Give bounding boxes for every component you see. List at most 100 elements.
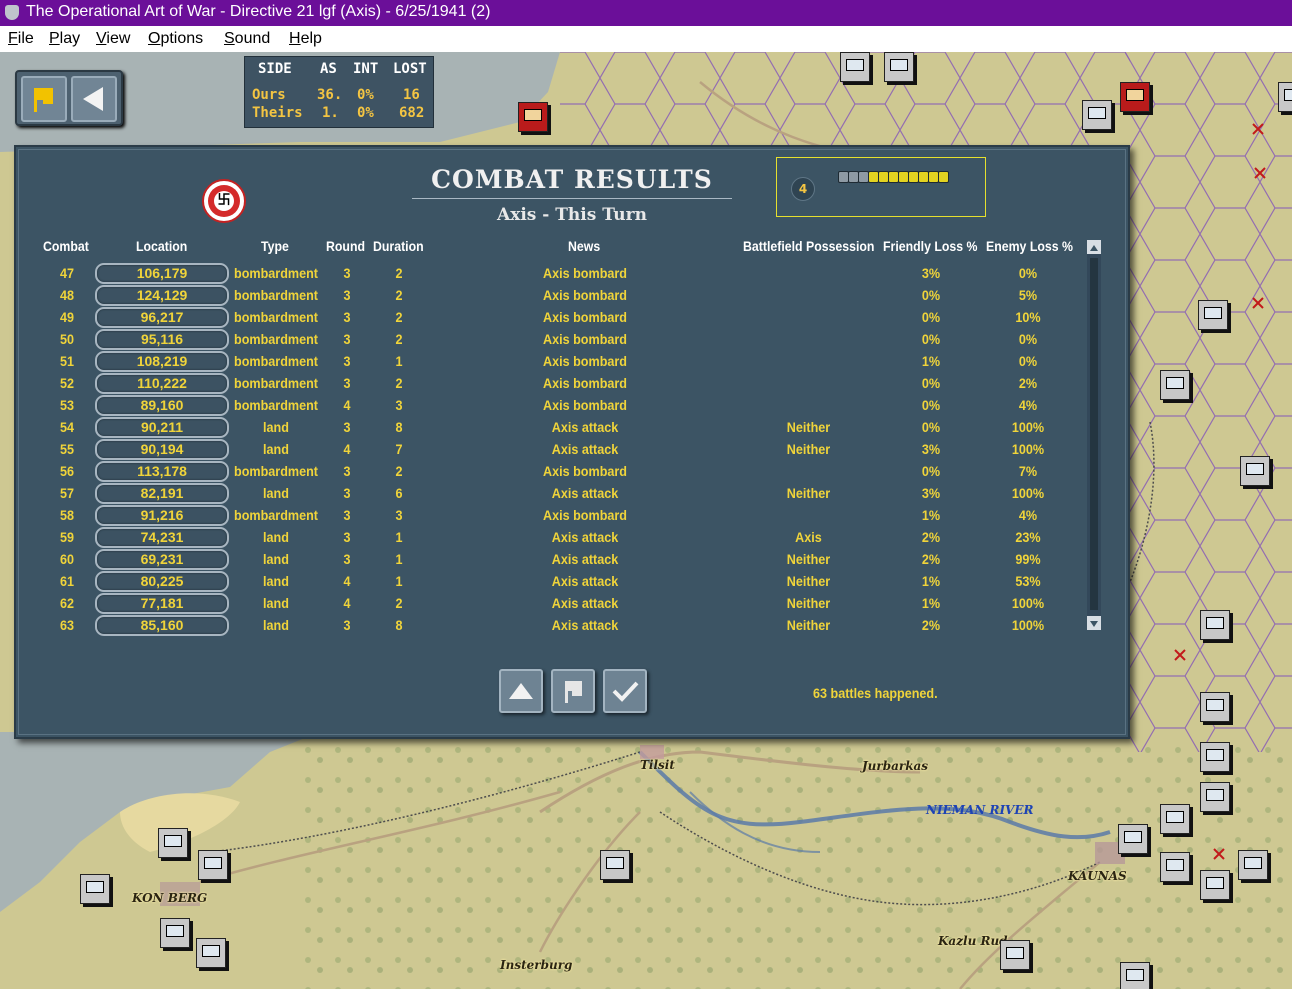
unit-counter[interactable] (198, 850, 228, 880)
location-button[interactable]: 108,219 (95, 351, 229, 372)
menu-help[interactable]: Help (289, 30, 322, 48)
combat-type: land (263, 595, 289, 611)
menu-options[interactable]: Options (148, 30, 203, 48)
unit-counter[interactable] (1160, 852, 1190, 882)
table-row[interactable]: 53 89,160 bombardment 4 3 Axis bombard 0% 4% (16, 395, 1086, 417)
combat-number: 63 (59, 617, 75, 633)
location-button[interactable]: 96,217 (95, 307, 229, 328)
combat-round: 3 (343, 529, 351, 545)
combat-duration: 7 (395, 441, 403, 457)
unit-counter[interactable] (1200, 782, 1230, 812)
location-button[interactable]: 82,191 (95, 483, 229, 504)
unit-counter[interactable] (1118, 824, 1148, 854)
battlefield-possession: Neither (786, 485, 831, 501)
table-row[interactable]: 57 82,191 land 3 6 Axis attack Neither 3% 100% (16, 483, 1086, 505)
combat-round: 4 (343, 573, 351, 589)
unit-counter[interactable] (1082, 100, 1112, 130)
table-row[interactable]: 54 90,211 land 3 8 Axis attack Neither 0% 100% (16, 417, 1086, 439)
unit-counter[interactable] (1240, 456, 1270, 486)
location-button[interactable]: 91,216 (95, 505, 229, 526)
combat-news: Axis bombard (542, 287, 628, 303)
table-row[interactable]: 50 95,116 bombardment 3 2 Axis bombard 0% 0% (16, 329, 1086, 351)
enemy-loss: 100% (1011, 595, 1045, 611)
friendly-loss: 1% (921, 595, 941, 611)
scroll-up-arrow[interactable] (1087, 240, 1101, 254)
location-button[interactable]: 106,179 (95, 263, 229, 284)
flag-button[interactable] (21, 76, 67, 122)
location-button[interactable]: 113,178 (95, 461, 229, 482)
combat-number: 59 (59, 529, 75, 545)
location-button[interactable]: 90,194 (95, 439, 229, 460)
unit-counter[interactable] (1120, 82, 1150, 112)
location-button[interactable]: 124,129 (95, 285, 229, 306)
combat-number: 57 (59, 485, 75, 501)
table-row[interactable]: 55 90,194 land 4 7 Axis attack Neither 3% 100% (16, 439, 1086, 461)
title-divider (412, 198, 732, 199)
combat-news: Axis attack (551, 573, 619, 589)
table-row[interactable]: 58 91,216 bombardment 3 3 Axis bombard 1% 4% (16, 505, 1086, 527)
unit-counter[interactable] (1160, 804, 1190, 834)
unit-counter[interactable] (840, 52, 870, 82)
table-row[interactable]: 59 74,231 land 3 1 Axis attack Axis 2% 23% (16, 527, 1086, 549)
unit-counter[interactable] (518, 102, 548, 132)
unit-counter[interactable] (1198, 300, 1228, 330)
unit-counter[interactable] (1200, 610, 1230, 640)
nazi-emblem-icon: 卐 (202, 179, 246, 223)
menu-view[interactable]: View (96, 30, 130, 48)
unit-counter[interactable] (1200, 870, 1230, 900)
location-button[interactable]: 74,231 (95, 527, 229, 548)
location-button[interactable]: 90,211 (95, 417, 229, 438)
unit-counter[interactable] (1160, 370, 1190, 400)
table-row[interactable]: 48 124,129 bombardment 3 2 Axis bombard 0% 5% (16, 285, 1086, 307)
unit-counter[interactable] (1120, 962, 1150, 989)
combat-type: bombardment (233, 353, 319, 369)
combat-number: 55 (59, 441, 75, 457)
col-header-duration: Duration (373, 238, 424, 254)
menu-play[interactable]: Play (49, 30, 80, 48)
menu-sound[interactable]: Sound (224, 30, 270, 48)
ok-button[interactable] (603, 669, 647, 713)
flag-filter-button[interactable] (551, 669, 595, 713)
table-row[interactable]: 52 110,222 bombardment 3 2 Axis bombard 0% 2% (16, 373, 1086, 395)
table-row[interactable]: 61 80,225 land 4 1 Axis attack Neither 1% 53% (16, 571, 1086, 593)
scroll-up-button[interactable] (499, 669, 543, 713)
table-row[interactable]: 60 69,231 land 3 1 Axis attack Neither 2% 99% (16, 549, 1086, 571)
unit-counter[interactable] (160, 918, 190, 948)
round-indicator: 4 (776, 157, 986, 217)
title-bar: The Operational Art of War - Directive 2… (0, 0, 1292, 26)
location-button[interactable]: 110,222 (95, 373, 229, 394)
unit-counter[interactable] (196, 938, 226, 968)
unit-counter[interactable] (884, 52, 914, 82)
location-button[interactable]: 69,231 (95, 549, 229, 570)
location-button[interactable]: 95,116 (95, 329, 229, 350)
results-scrollbar[interactable] (1087, 240, 1101, 630)
back-button[interactable] (71, 76, 117, 122)
unit-counter[interactable] (1200, 692, 1230, 722)
unit-counter[interactable] (1200, 742, 1230, 772)
table-row[interactable]: 63 85,160 land 3 8 Axis attack Neither 2% 100% (16, 615, 1086, 637)
menu-file[interactable]: File (8, 30, 34, 48)
combat-type: bombardment (233, 397, 319, 413)
friendly-loss: 1% (921, 573, 941, 589)
location-button[interactable]: 85,160 (95, 615, 229, 636)
friendly-loss: 0% (921, 309, 941, 325)
score-theirs-int: 0% (357, 105, 374, 121)
enemy-loss: 23% (1015, 529, 1041, 545)
location-button[interactable]: 77,181 (95, 593, 229, 614)
location-button[interactable]: 89,160 (95, 395, 229, 416)
unit-counter[interactable] (1000, 940, 1030, 970)
unit-counter[interactable] (600, 850, 630, 880)
table-row[interactable]: 47 106,179 bombardment 3 2 Axis bombard 3% 0% (16, 263, 1086, 285)
table-row[interactable]: 62 77,181 land 4 2 Axis attack Neither 1% 100% (16, 593, 1086, 615)
table-row[interactable]: 56 113,178 bombardment 3 2 Axis bombard 0% 7% (16, 461, 1086, 483)
scroll-track[interactable] (1090, 258, 1098, 610)
location-button[interactable]: 80,225 (95, 571, 229, 592)
combat-round: 4 (343, 441, 351, 457)
unit-counter[interactable] (158, 828, 188, 858)
table-row[interactable]: 49 96,217 bombardment 3 2 Axis bombard 0% 10% (16, 307, 1086, 329)
table-row[interactable]: 51 108,219 bombardment 3 1 Axis bombard 1% 0% (16, 351, 1086, 373)
scroll-down-arrow[interactable] (1087, 616, 1101, 630)
unit-counter[interactable] (1238, 850, 1268, 880)
unit-counter[interactable] (80, 874, 110, 904)
unit-counter[interactable] (1278, 82, 1292, 112)
